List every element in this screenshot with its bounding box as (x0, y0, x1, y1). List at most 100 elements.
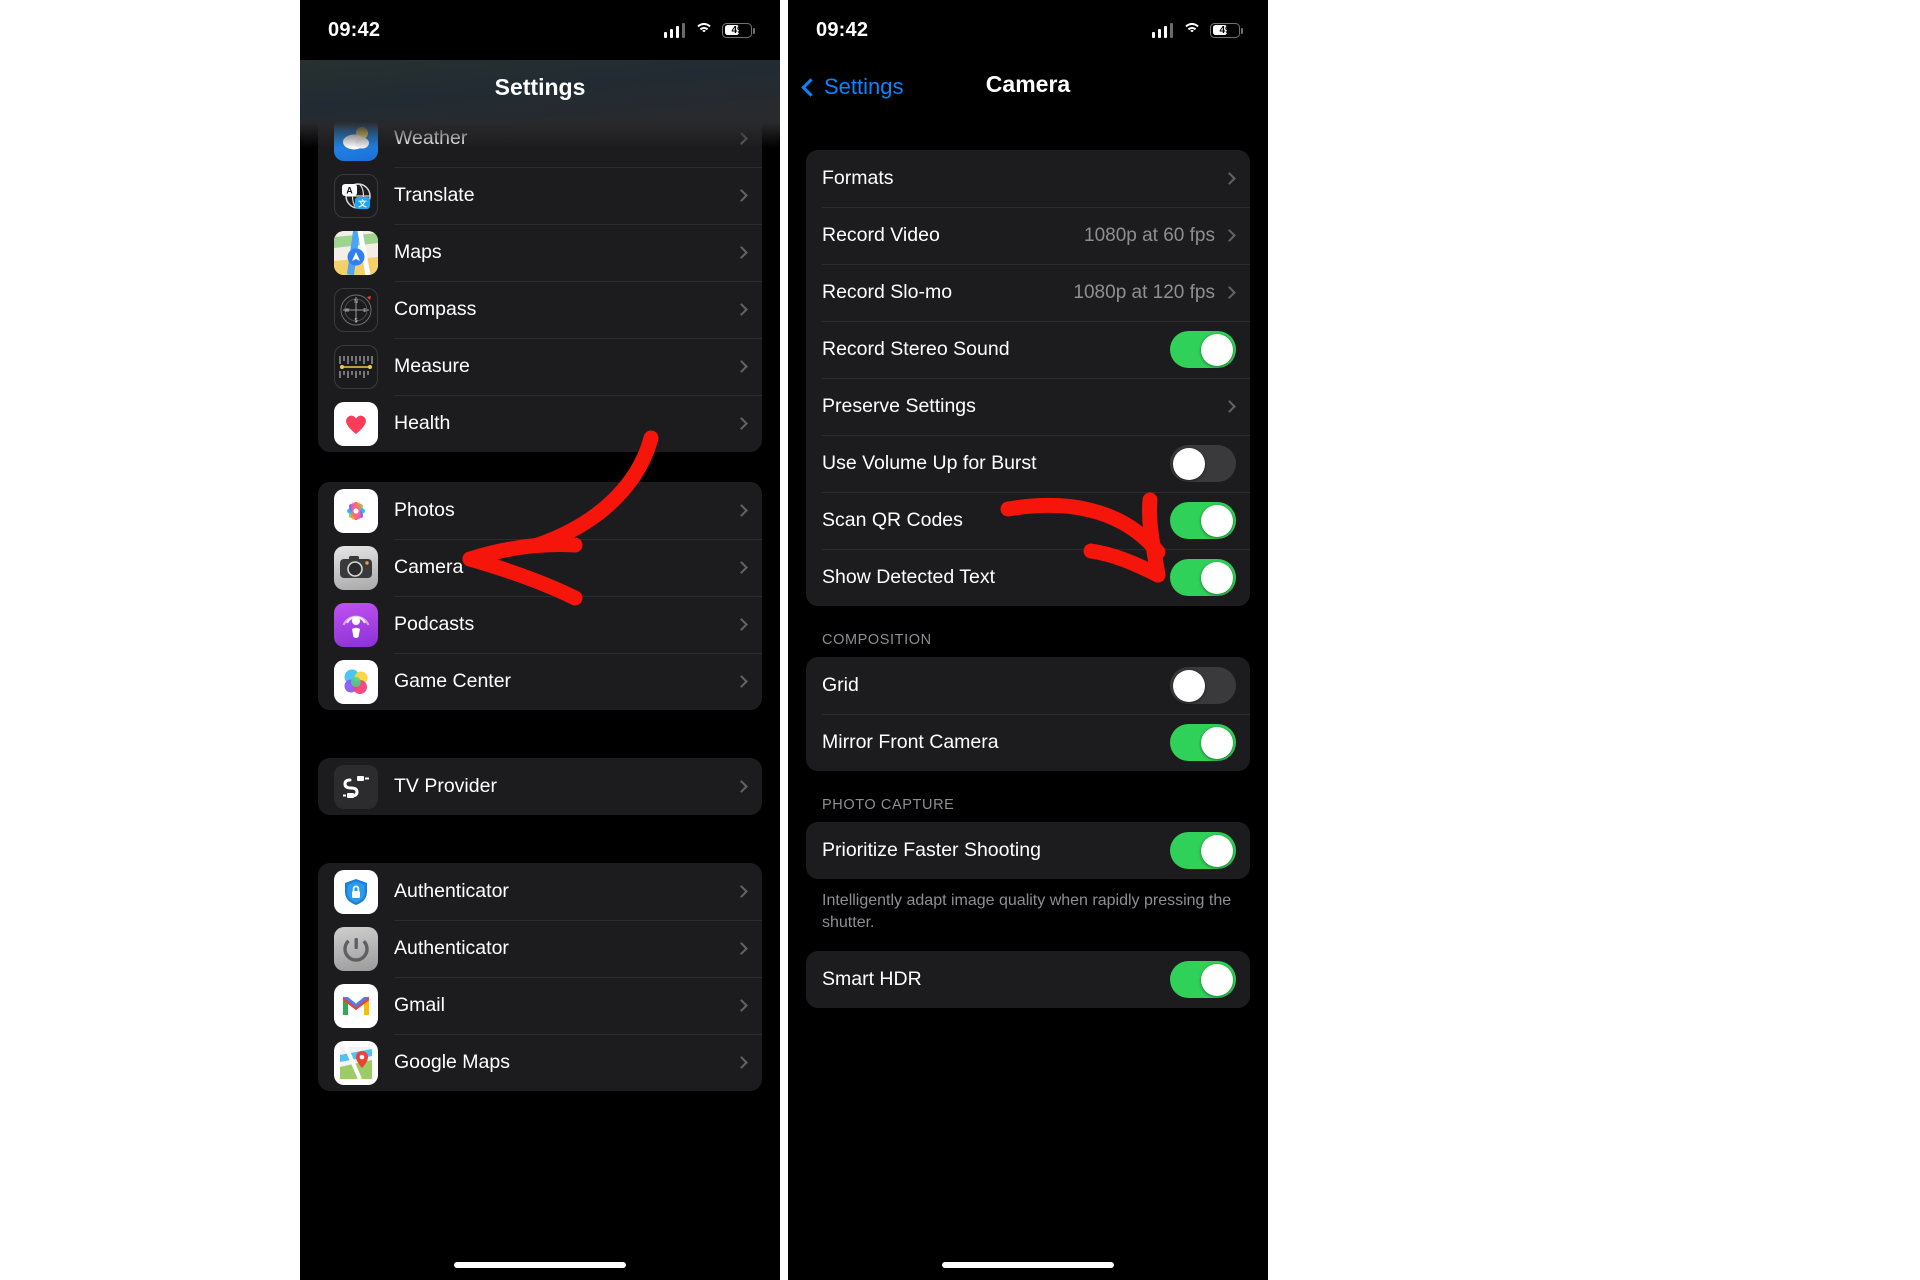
sidebar-item-translate[interactable]: A 文 Translate (318, 167, 762, 224)
row-use-volume-up-for-burst[interactable]: Use Volume Up for Burst (806, 435, 1250, 492)
settings-group-media-apps: Photos Camera (318, 482, 762, 710)
sidebar-item-label: Maps (394, 241, 737, 264)
toggle-record-stereo-sound[interactable] (1170, 331, 1236, 368)
row-formats[interactable]: Formats (806, 150, 1250, 207)
game-center-app-icon (334, 660, 378, 704)
toggle-show-detected-text[interactable] (1170, 559, 1236, 596)
chevron-right-icon (1223, 286, 1236, 299)
row-label: Record Video (822, 224, 1084, 247)
chevron-right-icon (735, 360, 748, 373)
sidebar-item-photos[interactable]: Photos (318, 482, 762, 539)
left-nav-bar: Settings (300, 60, 780, 122)
svg-text:W: W (345, 308, 350, 314)
row-grid[interactable]: Grid (806, 657, 1250, 714)
battery-percent: 49 (1211, 25, 1239, 36)
sidebar-item-compass[interactable]: N S W E Compass (318, 281, 762, 338)
group-spacer (300, 815, 780, 863)
right-scroll-area[interactable]: Formats Record Video 1080p at 60 fps Rec… (788, 128, 1268, 1008)
podcasts-app-icon (334, 603, 378, 647)
photos-app-icon (334, 489, 378, 533)
row-label: Record Stereo Sound (822, 338, 1170, 361)
toggle-grid[interactable] (1170, 667, 1236, 704)
gmail-app-icon (334, 984, 378, 1028)
translate-app-icon: A 文 (334, 174, 378, 218)
sidebar-item-label: Authenticator (394, 937, 737, 960)
row-record-slo-mo[interactable]: Record Slo-mo 1080p at 120 fps (806, 264, 1250, 321)
photo-capture-footer-note: Intelligently adapt image quality when r… (788, 879, 1268, 933)
row-smart-hdr[interactable]: Smart HDR (806, 951, 1250, 1008)
toggle-prioritize-faster-shooting[interactable] (1170, 832, 1236, 869)
sidebar-item-health[interactable]: Health (318, 395, 762, 452)
left-scroll-area[interactable]: Weather A 文 (300, 110, 780, 1091)
chevron-right-icon (735, 942, 748, 955)
section-header-photo-capture: PHOTO CAPTURE (788, 771, 1268, 822)
sidebar-item-authenticator-grey[interactable]: Authenticator (318, 920, 762, 977)
sidebar-item-maps[interactable]: Maps (318, 224, 762, 281)
row-label: Show Detected Text (822, 566, 1170, 589)
sidebar-item-label: Measure (394, 355, 737, 378)
row-show-detected-text[interactable]: Show Detected Text (806, 549, 1250, 606)
row-scan-qr-codes[interactable]: Scan QR Codes (806, 492, 1250, 549)
row-label: Smart HDR (822, 968, 1170, 991)
battery-icon: 49 (1210, 23, 1240, 38)
row-mirror-front-camera[interactable]: Mirror Front Camera (806, 714, 1250, 771)
authenticator-blue-icon (334, 870, 378, 914)
row-value: 1080p at 60 fps (1084, 225, 1215, 247)
sidebar-item-camera[interactable]: Camera (318, 539, 762, 596)
sidebar-item-label: TV Provider (394, 775, 737, 798)
sidebar-item-label: Translate (394, 184, 737, 207)
left-status-bar: 09:42 49 (300, 0, 780, 60)
left-phone-settings-screen: 09:42 49 Settings (300, 0, 780, 1280)
chevron-right-icon (1223, 229, 1236, 242)
sidebar-item-podcasts[interactable]: Podcasts (318, 596, 762, 653)
sidebar-item-authenticator-blue[interactable]: Authenticator (318, 863, 762, 920)
svg-text:文: 文 (358, 198, 367, 208)
camera-settings-photo-capture-group: Prioritize Faster Shooting (806, 822, 1250, 879)
status-time: 09:42 (816, 19, 868, 42)
chevron-right-icon (735, 303, 748, 316)
row-record-video[interactable]: Record Video 1080p at 60 fps (806, 207, 1250, 264)
settings-group-apple-apps: Weather A 文 (318, 110, 762, 452)
wifi-icon (1182, 23, 1201, 37)
row-value: 1080p at 120 fps (1073, 282, 1215, 304)
sidebar-item-google-maps[interactable]: Google Maps (318, 1034, 762, 1091)
chevron-right-icon (735, 1056, 748, 1069)
cellular-signal-icon (664, 23, 686, 38)
wifi-icon (694, 23, 713, 37)
camera-app-icon (334, 546, 378, 590)
toggle-use-volume-up-for-burst[interactable] (1170, 445, 1236, 482)
row-prioritize-faster-shooting[interactable]: Prioritize Faster Shooting (806, 822, 1250, 879)
toggle-scan-qr-codes[interactable] (1170, 502, 1236, 539)
row-label: Prioritize Faster Shooting (822, 839, 1170, 862)
sidebar-item-tv-provider[interactable]: TV Provider (318, 758, 762, 815)
camera-settings-main-group: Formats Record Video 1080p at 60 fps Rec… (806, 150, 1250, 606)
compass-app-icon: N S W E (334, 288, 378, 332)
authenticator-grey-icon (334, 927, 378, 971)
toggle-smart-hdr[interactable] (1170, 961, 1236, 998)
sidebar-item-label: Photos (394, 499, 737, 522)
sidebar-item-game-center[interactable]: Game Center (318, 653, 762, 710)
row-record-stereo-sound[interactable]: Record Stereo Sound (806, 321, 1250, 378)
sidebar-item-measure[interactable]: Measure (318, 338, 762, 395)
chevron-right-icon (735, 618, 748, 631)
sidebar-item-label: Gmail (394, 994, 737, 1017)
chevron-right-icon (735, 504, 748, 517)
row-label: Preserve Settings (822, 395, 1225, 418)
svg-text:A: A (346, 185, 353, 195)
row-label: Scan QR Codes (822, 509, 1170, 532)
chevron-right-icon (1223, 400, 1236, 413)
chevron-right-icon (735, 780, 748, 793)
tv-provider-icon (334, 765, 378, 809)
sidebar-item-label: Podcasts (394, 613, 737, 636)
chevron-right-icon (735, 246, 748, 259)
group-spacer (300, 452, 780, 482)
sidebar-item-gmail[interactable]: Gmail (318, 977, 762, 1034)
toggle-mirror-front-camera[interactable] (1170, 724, 1236, 761)
maps-app-icon (334, 231, 378, 275)
status-time: 09:42 (328, 19, 380, 42)
camera-settings-composition-group: Grid Mirror Front Camera (806, 657, 1250, 771)
page-title: Settings (300, 74, 780, 101)
row-preserve-settings[interactable]: Preserve Settings (806, 378, 1250, 435)
group-spacer (300, 710, 780, 758)
google-maps-app-icon (334, 1041, 378, 1085)
